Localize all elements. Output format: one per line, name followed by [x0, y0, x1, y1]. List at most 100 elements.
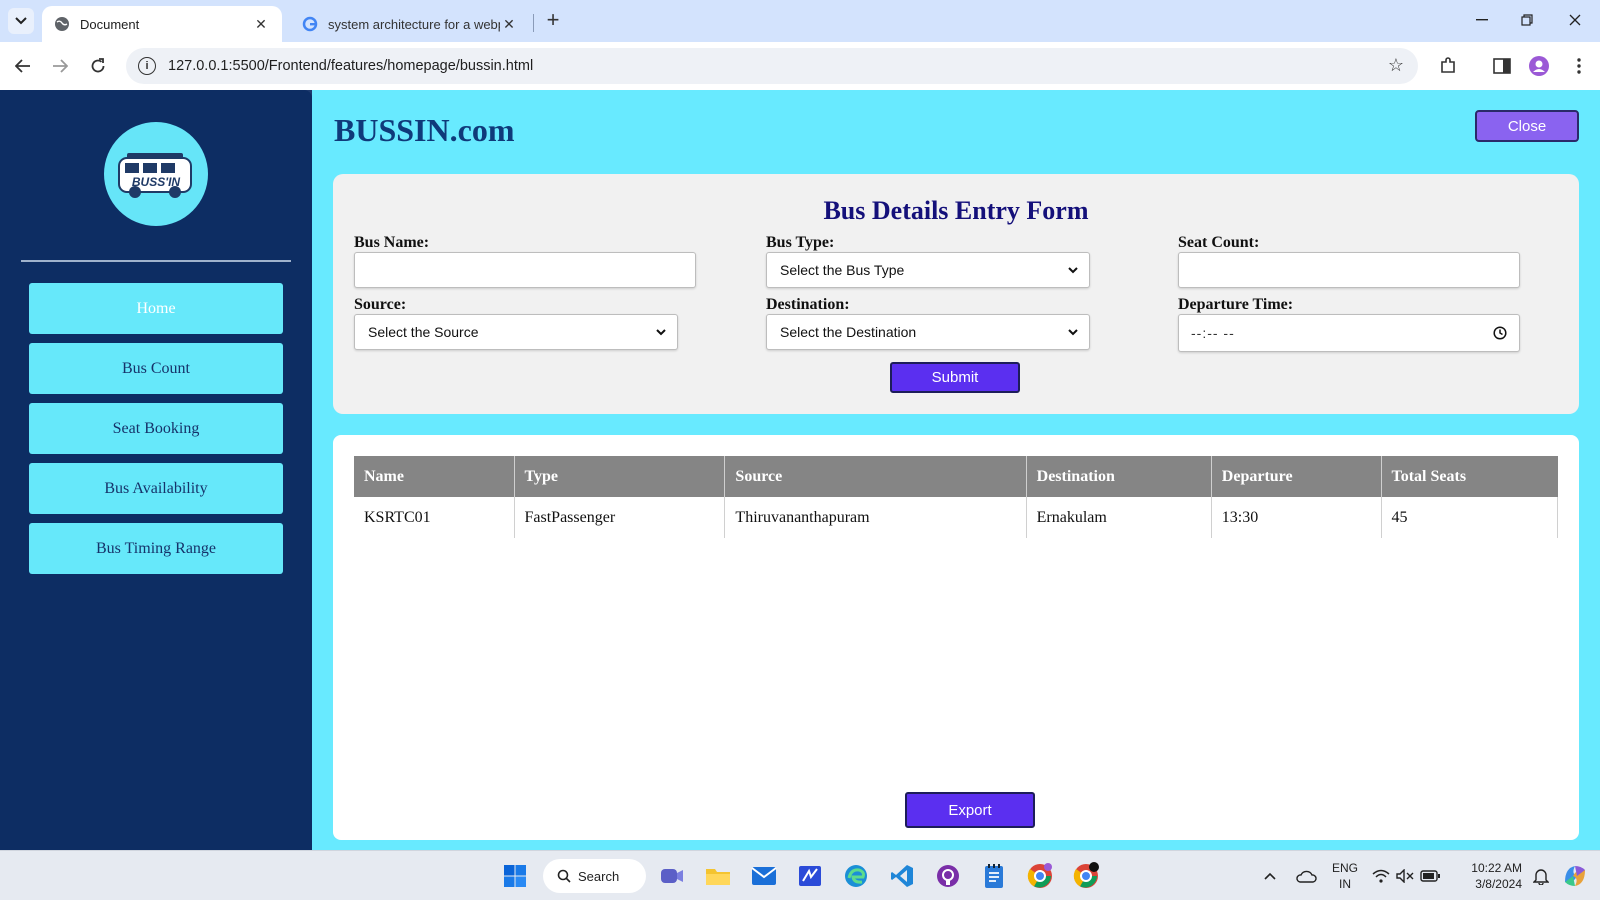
sidebar: BUSS'IN Home Bus Count Seat Booking Bus …: [0, 90, 312, 850]
source-select[interactable]: Select the Source: [354, 314, 678, 350]
vscode-icon[interactable]: [887, 861, 917, 891]
bus-table-card: Name Type Source Destination Departure T…: [333, 435, 1579, 840]
chevron-up-icon[interactable]: [1258, 861, 1282, 891]
bookmark-star-icon[interactable]: ☆: [1388, 55, 1404, 76]
column-header-destination: Destination: [1026, 456, 1212, 497]
edge-browser-icon[interactable]: [841, 861, 871, 891]
extensions-icon[interactable]: [1436, 54, 1460, 78]
bus-name-input[interactable]: [354, 252, 696, 288]
main-content: BUSSIN.com Close Bus Details Entry Form …: [312, 90, 1600, 850]
restore-icon[interactable]: [1515, 8, 1539, 32]
cell-departure: 13:30: [1211, 497, 1382, 538]
column-header-name: Name: [354, 456, 515, 497]
sidebar-item-bus-availability[interactable]: Bus Availability: [29, 463, 283, 514]
new-tab-plus-icon[interactable]: +: [542, 9, 564, 31]
close-tab-icon[interactable]: ✕: [500, 16, 518, 33]
close-tab-icon[interactable]: ✕: [252, 16, 270, 33]
cell-name: KSRTC01: [354, 497, 515, 538]
search-icon: [557, 869, 571, 883]
chevron-down-icon: [15, 17, 27, 25]
chrome-profile-icon[interactable]: [1025, 861, 1055, 891]
minimize-icon[interactable]: [1470, 8, 1494, 32]
seat-count-input[interactable]: [1178, 252, 1520, 288]
export-button[interactable]: Export: [905, 792, 1035, 828]
notification-bell-icon[interactable]: [1530, 861, 1552, 891]
bus-type-label: Bus Type:: [766, 234, 835, 251]
chevron-down-icon: [1068, 329, 1078, 336]
language-indicator[interactable]: ENG IN: [1328, 860, 1362, 892]
column-header-source: Source: [724, 456, 1027, 497]
taskbar-search[interactable]: Search: [543, 859, 646, 893]
seat-count-label: Seat Count:: [1178, 234, 1260, 251]
url-text[interactable]: 127.0.0.1:5500/Frontend/features/homepag…: [168, 58, 533, 74]
volume-muted-icon[interactable]: [1394, 861, 1416, 891]
sidebar-item-bus-timing-range[interactable]: Bus Timing Range: [29, 523, 283, 574]
battery-icon[interactable]: [1418, 861, 1442, 891]
cell-destination: Ernakulam: [1026, 497, 1212, 538]
bussin-logo: BUSS'IN: [104, 122, 208, 226]
notepad-icon[interactable]: [979, 861, 1009, 891]
form-title: Bus Details Entry Form: [823, 196, 1089, 225]
more-menu-icon[interactable]: [1567, 54, 1591, 78]
teams-meet-icon[interactable]: [657, 861, 687, 891]
site-info-icon[interactable]: i: [138, 57, 156, 75]
tab-title: Document: [80, 16, 140, 32]
tab-title: system architecture for a webpa: [328, 16, 500, 32]
close-button[interactable]: Close: [1475, 110, 1579, 142]
profile-avatar-icon[interactable]: [1527, 54, 1551, 78]
column-header-departure: Departure: [1211, 456, 1382, 497]
departure-time-label: Departure Time:: [1178, 296, 1294, 313]
destination-selected: Select the Destination: [780, 324, 917, 340]
sidebar-item-seat-booking[interactable]: Seat Booking: [29, 403, 283, 454]
submit-button[interactable]: Submit: [890, 362, 1020, 393]
close-window-icon[interactable]: [1563, 8, 1587, 32]
mail-icon[interactable]: [749, 861, 779, 891]
reload-icon[interactable]: [86, 54, 110, 78]
bus-name-label: Bus Name:: [354, 234, 430, 251]
chevron-down-icon: [656, 329, 666, 336]
windows-start-icon[interactable]: [500, 861, 530, 891]
date-text: 3/8/2024: [1475, 877, 1522, 891]
bus-details-table: Name Type Source Destination Departure T…: [354, 456, 1559, 538]
tab-separator: [533, 14, 534, 32]
onedrive-cloud-icon[interactable]: [1292, 861, 1320, 891]
bus-type-select[interactable]: Select the Bus Type: [766, 252, 1090, 288]
page-title: BUSSIN.com: [334, 112, 515, 148]
column-header-type: Type: [514, 456, 726, 497]
globe-icon: [54, 16, 70, 32]
whiteboard-icon[interactable]: [795, 861, 825, 891]
destination-label: Destination:: [766, 296, 850, 313]
departure-time-input[interactable]: --:-- --: [1178, 314, 1520, 352]
bus-entry-form: Bus Details Entry Form Bus Name: Bus Typ…: [333, 174, 1579, 414]
side-panel-icon[interactable]: [1490, 54, 1514, 78]
copilot-icon[interactable]: [1558, 861, 1592, 891]
forward-arrow-icon[interactable]: [48, 54, 72, 78]
google-icon: [302, 16, 318, 32]
browser-tab-google[interactable]: system architecture for a webpa ✕: [290, 6, 530, 42]
language-code: ENG: [1331, 861, 1358, 875]
back-arrow-icon[interactable]: [11, 54, 35, 78]
cell-type: FastPassenger: [514, 497, 726, 538]
cell-total-seats: 45: [1381, 497, 1559, 538]
github-desktop-icon[interactable]: [933, 861, 963, 891]
region-code: IN: [1339, 877, 1351, 891]
browser-tab-document[interactable]: Document ✕: [42, 6, 282, 42]
address-bar[interactable]: i 127.0.0.1:5500/Frontend/features/homep…: [126, 48, 1418, 84]
wifi-icon[interactable]: [1370, 861, 1392, 891]
sidebar-divider: [21, 260, 291, 262]
clock-display[interactable]: 10:22 AM 3/8/2024: [1456, 860, 1522, 892]
svg-text:BUSS'IN: BUSS'IN: [132, 175, 181, 189]
sidebar-item-home[interactable]: Home: [29, 283, 283, 334]
tab-search-button[interactable]: [8, 8, 34, 34]
sidebar-item-bus-count[interactable]: Bus Count: [29, 343, 283, 394]
time-text: 10:22 AM: [1471, 861, 1522, 875]
destination-select[interactable]: Select the Destination: [766, 314, 1090, 350]
clock-icon[interactable]: [1493, 326, 1507, 340]
cell-source: Thiruvananthapuram: [724, 497, 1027, 538]
chevron-down-icon: [1068, 267, 1078, 274]
os-taskbar: Search ENG IN 10:22 AM 3/8/2024: [0, 850, 1600, 900]
file-explorer-icon[interactable]: [703, 861, 733, 891]
taskbar-search-label: Search: [578, 868, 620, 884]
browser-tabstrip: Document ✕ system architecture for a web…: [0, 0, 1600, 42]
chrome-icon[interactable]: [1071, 861, 1101, 891]
